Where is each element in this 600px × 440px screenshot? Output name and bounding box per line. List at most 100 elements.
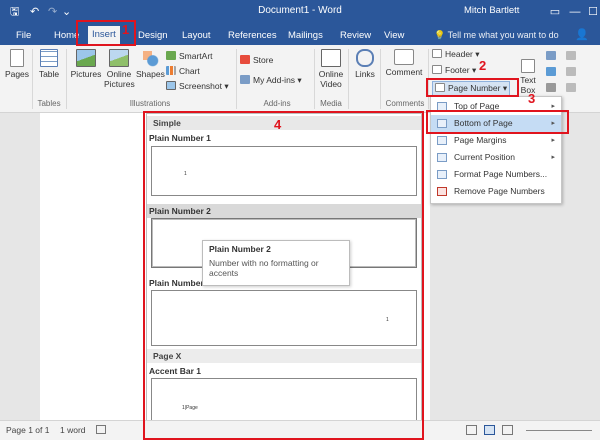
date-time-icon[interactable] — [566, 67, 579, 78]
tell-me-search[interactable]: 💡 Tell me what you want to do — [434, 30, 559, 41]
online-video-label: Online Video — [318, 69, 344, 89]
object-icon[interactable] — [566, 83, 579, 94]
menu-item-label: Remove Page Numbers — [454, 186, 545, 196]
footer-label: Footer — [445, 65, 470, 75]
drop-cap-icon[interactable] — [546, 83, 559, 94]
table-button[interactable]: Table — [36, 49, 62, 79]
submenu-arrow-icon: ▸ — [551, 154, 555, 161]
ribbon-separator — [236, 49, 237, 109]
pictures-label: Pictures — [70, 69, 102, 79]
tab-review[interactable]: Review — [336, 28, 375, 45]
store-button[interactable]: Store — [240, 55, 273, 66]
online-pictures-icon — [109, 49, 129, 67]
print-layout-icon[interactable] — [484, 425, 495, 435]
current-position-icon — [437, 153, 447, 162]
footer-icon — [432, 65, 442, 74]
menu-item-current-position[interactable]: Current Position ▸ — [431, 149, 561, 166]
links-label: Links — [355, 69, 375, 79]
pages-icon — [10, 49, 24, 67]
text-box-button[interactable]: Text Box — [516, 59, 540, 95]
header-button[interactable]: Header ▾ — [432, 49, 480, 60]
smartart-icon — [166, 51, 176, 60]
tab-layout[interactable]: Layout — [178, 28, 215, 45]
page-margins-icon — [437, 136, 447, 145]
word-count[interactable]: 1 word — [60, 425, 86, 435]
table-label: Table — [38, 69, 60, 79]
my-addins-label: My Add-ins — [253, 75, 296, 85]
remove-page-numbers-icon — [437, 187, 447, 196]
signature-line-icon[interactable] — [566, 51, 579, 62]
pictures-icon — [76, 49, 96, 67]
store-icon — [240, 55, 250, 64]
tab-references[interactable]: References — [224, 28, 281, 45]
quick-parts-icon[interactable] — [546, 51, 559, 62]
my-addins-icon — [240, 75, 250, 84]
tell-me-label: Tell me what you want to do — [447, 30, 559, 40]
lightbulb-icon: 💡 — [434, 30, 446, 40]
tab-file[interactable]: File — [12, 28, 35, 45]
text-box-icon — [521, 59, 535, 73]
tab-design[interactable]: Design — [134, 28, 172, 45]
proofing-icon[interactable] — [96, 425, 106, 434]
header-label: Header — [445, 49, 473, 59]
chart-label: Chart — [179, 66, 200, 76]
tab-view[interactable]: View — [380, 28, 408, 45]
annotation-box-gallery — [143, 111, 424, 440]
page-count[interactable]: Page 1 of 1 — [6, 425, 49, 435]
smartart-label: SmartArt — [179, 51, 213, 61]
ribbon-display-options-icon[interactable]: ▭ — [546, 3, 564, 21]
group-label-comments: Comments — [385, 99, 425, 108]
annotation-number: 2 — [479, 58, 487, 73]
annotation-box-bottom-of-page — [426, 110, 569, 134]
screenshot-button[interactable]: Screenshot ▾ — [166, 81, 229, 92]
tab-mailings[interactable]: Mailings — [284, 28, 327, 45]
menu-item-page-margins[interactable]: Page Margins ▸ — [431, 132, 561, 149]
menu-item-remove-page-numbers[interactable]: Remove Page Numbers — [431, 183, 561, 200]
ribbon-separator — [32, 49, 33, 109]
wordart-icon[interactable] — [546, 67, 559, 78]
online-pictures-label: Online Pictures — [104, 69, 135, 89]
menu-item-label: Current Position — [454, 152, 515, 162]
minimize-icon[interactable]: — — [566, 3, 584, 21]
submenu-arrow-icon: ▸ — [551, 137, 555, 144]
group-label-tables: Tables — [37, 99, 61, 108]
annotation-number: 1 — [122, 22, 130, 37]
comment-label: Comment — [385, 67, 423, 77]
comment-icon — [394, 49, 414, 65]
ribbon-separator — [314, 49, 315, 109]
footer-button[interactable]: Footer ▾ — [432, 65, 476, 76]
header-icon — [432, 49, 442, 58]
ribbon-separator — [348, 49, 349, 109]
read-mode-icon[interactable] — [466, 425, 477, 435]
my-addins-button[interactable]: My Add-ins ▾ — [240, 75, 302, 86]
shapes-label: Shapes — [136, 69, 165, 79]
menu-item-label: Page Margins — [454, 135, 507, 145]
user-name[interactable]: Mitch Bartlett — [464, 5, 519, 16]
shapes-button[interactable]: Shapes — [136, 49, 165, 79]
pictures-button[interactable]: Pictures — [70, 49, 102, 79]
shapes-icon — [141, 49, 159, 67]
online-pictures-button[interactable]: Online Pictures — [104, 49, 135, 89]
zoom-slider[interactable] — [526, 430, 592, 431]
link-icon — [356, 49, 374, 67]
pages-button[interactable]: Pages — [4, 49, 30, 79]
annotation-box-page-number — [426, 78, 519, 97]
store-label: Store — [253, 55, 274, 65]
online-video-button[interactable]: Online Video — [316, 49, 346, 89]
menu-item-format-page-numbers[interactable]: Format Page Numbers... — [431, 166, 561, 183]
smartart-button[interactable]: SmartArt — [166, 51, 213, 62]
share-icon[interactable]: 👤 — [575, 28, 589, 41]
chart-button[interactable]: Chart — [166, 66, 200, 77]
group-label-media: Media — [320, 99, 342, 108]
web-layout-icon[interactable] — [502, 425, 513, 435]
screenshot-icon — [166, 81, 176, 90]
annotation-number: 4 — [274, 117, 282, 132]
group-label-illustrations: Illustrations — [129, 99, 171, 108]
ribbon-separator — [380, 49, 381, 109]
menu-item-label: Format Page Numbers... — [454, 169, 548, 179]
annotation-number: 3 — [528, 91, 536, 106]
maximize-icon[interactable]: ☐ — [584, 3, 600, 21]
links-button[interactable]: Links — [352, 49, 378, 79]
comment-button[interactable]: Comment — [384, 49, 424, 77]
online-video-icon — [321, 49, 341, 67]
